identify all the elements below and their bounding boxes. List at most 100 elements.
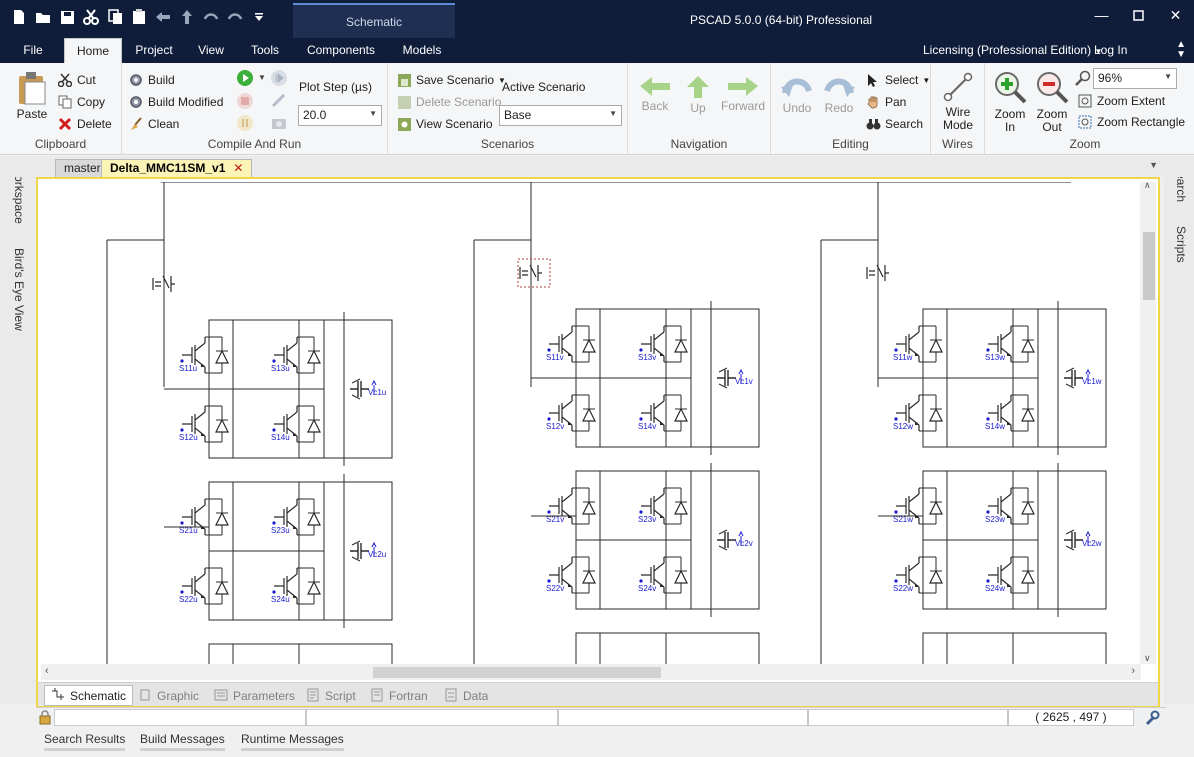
tab-tools[interactable]: Tools bbox=[243, 38, 287, 63]
wrench-icon[interactable] bbox=[1144, 710, 1160, 729]
close-tab-icon[interactable]: ✕ bbox=[233, 161, 243, 175]
view-scenario-button[interactable]: View Scenario bbox=[396, 114, 493, 134]
zoom-in-button[interactable]: Zoom In bbox=[991, 71, 1029, 134]
run-dropdown-icon[interactable]: ▼ bbox=[258, 73, 266, 82]
switch-label: S11v bbox=[546, 353, 564, 362]
scroll-up-icon[interactable]: ∧ bbox=[1144, 180, 1151, 191]
run-button[interactable] bbox=[236, 69, 254, 90]
pause-button[interactable] bbox=[236, 114, 254, 135]
licensing-menu[interactable]: Licensing (Professional Edition) ▼ bbox=[923, 38, 1102, 64]
zoom-level-combo[interactable]: 96% ▼ bbox=[1093, 68, 1177, 89]
schematic-canvas[interactable]: S11u S12u S13u S14u Vc1u S21u S22u S23u S24u Vc2u… bbox=[41, 182, 1141, 664]
zoom-level-magnifier-icon bbox=[1075, 70, 1091, 89]
pan-button[interactable]: Pan bbox=[865, 92, 906, 112]
subtab-data[interactable]: Data bbox=[444, 687, 488, 705]
subtab-schematic[interactable]: Schematic bbox=[44, 685, 134, 706]
tab-list-dropdown-icon[interactable]: ▼ bbox=[1149, 160, 1158, 170]
horizontal-scroll-thumb[interactable] bbox=[373, 667, 661, 678]
gate-node bbox=[894, 510, 898, 514]
login-button[interactable]: Log In bbox=[1094, 38, 1127, 63]
camera-button[interactable] bbox=[270, 114, 288, 135]
subtab-graphic[interactable]: Graphic bbox=[138, 687, 199, 705]
submodule-outline-partial bbox=[208, 643, 393, 664]
search-button[interactable]: Search bbox=[865, 114, 923, 134]
copy-button[interactable]: Copy bbox=[57, 92, 105, 112]
schematic-view-icon bbox=[51, 687, 65, 704]
scripts-pane-tab[interactable]: Scripts bbox=[1174, 226, 1188, 263]
maximize-icon[interactable] bbox=[1120, 0, 1157, 30]
cut-button[interactable]: Cut bbox=[57, 70, 96, 90]
zoom-rectangle-button[interactable]: Zoom Rectangle bbox=[1077, 112, 1185, 132]
select-button[interactable]: Select ▼ bbox=[865, 70, 930, 90]
undo-icon bbox=[781, 78, 812, 97]
tab-file[interactable]: File bbox=[12, 38, 54, 63]
snapshot-button[interactable] bbox=[270, 92, 288, 113]
tab-project[interactable]: Project bbox=[128, 38, 180, 63]
clean-button[interactable]: Clean bbox=[128, 114, 179, 134]
gate-node bbox=[894, 417, 898, 421]
birds-eye-view-pane-tab[interactable]: Bird's Eye View bbox=[12, 248, 26, 331]
paste-icon[interactable] bbox=[130, 8, 148, 26]
save-icon[interactable] bbox=[58, 8, 76, 26]
subtab-script[interactable]: Script bbox=[306, 687, 356, 705]
search-results-tab[interactable]: Search Results bbox=[44, 732, 126, 751]
delete-scenario-button[interactable]: Delete Scenario bbox=[396, 92, 501, 112]
scissors-icon bbox=[57, 72, 73, 88]
ribbon-collapse-icon[interactable]: ▲ ▼ bbox=[1176, 40, 1186, 60]
up-arrow-icon[interactable] bbox=[178, 8, 196, 26]
vertical-scrollbar[interactable]: ∧ ∨ bbox=[1140, 180, 1156, 664]
back-arrow-icon[interactable] bbox=[154, 8, 172, 26]
wire-mode-button[interactable]: Wire Mode bbox=[937, 71, 979, 132]
tab-view[interactable]: View bbox=[190, 38, 232, 63]
runtime-messages-tab[interactable]: Runtime Messages bbox=[241, 732, 344, 751]
doc-tab-delta-mmc[interactable]: Delta_MMC11SM_v1 ✕ bbox=[101, 159, 253, 177]
cursor-arrow-icon bbox=[865, 72, 881, 88]
paste-button[interactable]: Paste bbox=[12, 71, 52, 121]
cut-label: Cut bbox=[77, 73, 96, 87]
cut-icon[interactable] bbox=[82, 8, 100, 26]
search-label: Search bbox=[885, 117, 924, 131]
save-scenario-button[interactable]: Save Scenario ▼ bbox=[396, 70, 506, 90]
forward-button[interactable]: Forward bbox=[720, 75, 766, 113]
tab-models[interactable]: Models bbox=[394, 38, 450, 63]
context-tab-schematic: Schematic bbox=[293, 3, 455, 38]
gate-node bbox=[272, 521, 276, 525]
copy-icon[interactable] bbox=[106, 8, 124, 26]
open-icon[interactable] bbox=[34, 8, 52, 26]
wire-mode-icon bbox=[943, 72, 973, 102]
plot-step-combo[interactable]: 20.0 ▼ bbox=[298, 105, 382, 126]
subtab-fortran[interactable]: Fortran bbox=[370, 687, 428, 705]
scroll-left-icon[interactable]: ‹ bbox=[45, 665, 49, 677]
step-button[interactable] bbox=[270, 69, 288, 90]
close-icon[interactable]: ✕ bbox=[1157, 0, 1194, 30]
delete-button[interactable]: Delete bbox=[57, 114, 112, 134]
stop-button[interactable] bbox=[236, 92, 254, 113]
subtab-parameters[interactable]: Parameters bbox=[214, 687, 295, 705]
gate-node bbox=[986, 417, 990, 421]
switch-label: S14u bbox=[271, 433, 290, 442]
redo-button[interactable]: Redo bbox=[821, 75, 857, 115]
delete-x-icon bbox=[57, 116, 73, 132]
tab-components[interactable]: Components bbox=[300, 38, 382, 63]
tab-home[interactable]: Home bbox=[64, 38, 122, 63]
zoom-extent-button[interactable]: Zoom Extent bbox=[1077, 91, 1165, 111]
customize-qat-icon[interactable] bbox=[250, 8, 268, 26]
lock-icon[interactable] bbox=[39, 710, 51, 728]
build-modified-button[interactable]: Build Modified bbox=[128, 92, 223, 112]
scroll-down-icon[interactable]: ∨ bbox=[1144, 653, 1151, 664]
build-button[interactable]: Build bbox=[128, 70, 175, 90]
zoom-out-button[interactable]: Zoom Out bbox=[1033, 71, 1071, 134]
active-scenario-combo[interactable]: Base ▼ bbox=[499, 105, 622, 126]
horizontal-scrollbar[interactable]: ‹ › bbox=[41, 664, 1141, 680]
undo-icon[interactable] bbox=[202, 8, 220, 26]
build-messages-tab[interactable]: Build Messages bbox=[140, 732, 225, 751]
undo-button[interactable]: Undo bbox=[779, 75, 815, 115]
gate-node bbox=[180, 359, 184, 363]
scroll-right-icon[interactable]: › bbox=[1131, 665, 1135, 677]
up-button[interactable]: Up bbox=[683, 75, 713, 115]
redo-icon[interactable] bbox=[226, 8, 244, 26]
back-button[interactable]: Back bbox=[636, 75, 674, 113]
new-icon[interactable] bbox=[10, 8, 28, 26]
vertical-scroll-thumb[interactable] bbox=[1143, 232, 1155, 300]
minimize-icon[interactable]: — bbox=[1083, 0, 1120, 30]
